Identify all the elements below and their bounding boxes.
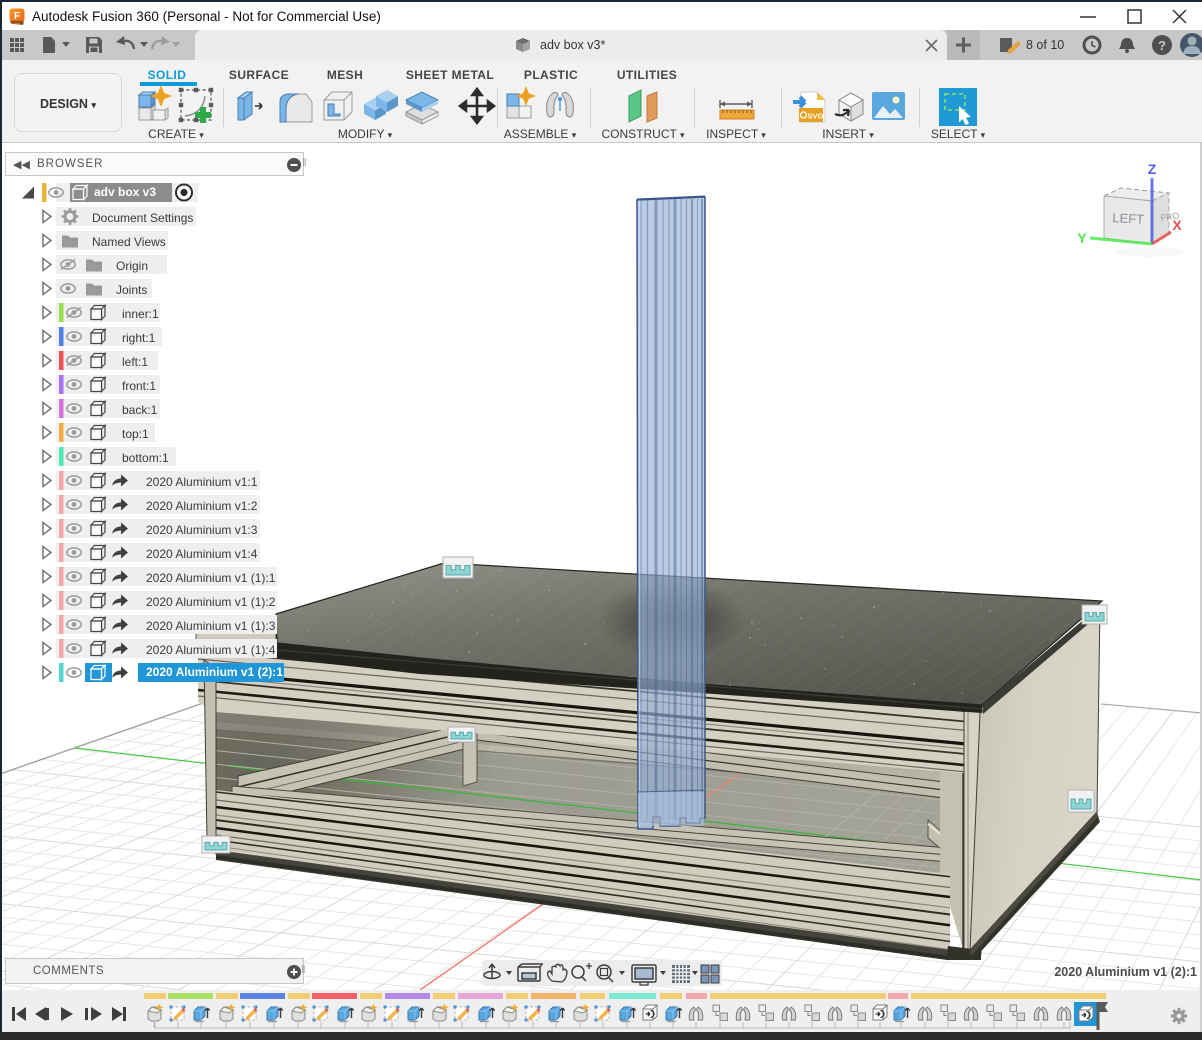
svg-text:?: ? [1158, 38, 1166, 53]
svg-text:LEFT: LEFT [1112, 210, 1145, 227]
svg-text:adv box v3*: adv box v3* [540, 38, 605, 52]
svg-text:Y: Y [1077, 230, 1087, 246]
svg-text:X: X [1172, 217, 1182, 233]
svg-text:SVG: SVG [808, 112, 824, 121]
svg-text:360: 360 [14, 22, 20, 26]
svg-text:8 of 10: 8 of 10 [1026, 38, 1064, 52]
svg-text:Z: Z [1148, 161, 1157, 177]
svg-text:F: F [14, 11, 20, 22]
svg-text:2020 Aluminium v1 (2):1: 2020 Aluminium v1 (2):1 [1054, 965, 1197, 979]
